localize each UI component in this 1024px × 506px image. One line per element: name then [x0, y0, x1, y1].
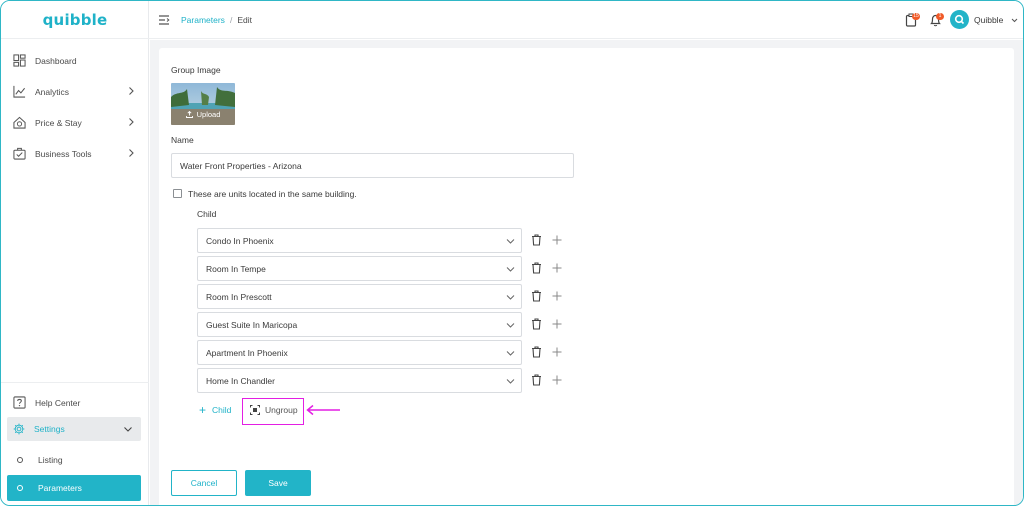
save-button[interactable]: Save	[245, 470, 311, 496]
chevron-down-icon	[506, 323, 515, 328]
child-select-value: Guest Suite In Maricopa	[206, 319, 298, 330]
breadcrumb-current: Edit	[237, 15, 252, 25]
child-select-value: Apartment In Phoenix	[206, 347, 288, 358]
ungroup-label: Ungroup	[265, 405, 298, 415]
app-window: quibble Dashboard Analytics Price & Stay…	[0, 0, 1024, 506]
trash-icon[interactable]	[531, 346, 542, 358]
caret-down-icon[interactable]	[1011, 17, 1018, 23]
breadcrumb: Parameters / Edit	[181, 15, 252, 25]
notification-badge: 1	[936, 13, 944, 20]
child-select-value: Home In Chandler	[206, 375, 275, 386]
notification-badge: 15	[912, 13, 920, 20]
name-input-value: Water Front Properties - Arizona	[180, 160, 302, 171]
group-image-upload[interactable]: Upload	[171, 83, 235, 125]
user-name[interactable]: Quibble	[974, 15, 1003, 25]
same-building-checkbox[interactable]	[173, 189, 182, 198]
sidebar-subitem-listing[interactable]: Listing	[7, 447, 141, 473]
upload-label: Upload	[196, 110, 221, 119]
upload-overlay[interactable]: Upload	[171, 110, 235, 119]
cancel-button[interactable]: Cancel	[171, 470, 237, 496]
plus-icon[interactable]	[552, 375, 562, 385]
trash-icon[interactable]	[531, 290, 542, 302]
help-icon	[13, 396, 26, 409]
chevron-down-icon	[124, 427, 132, 432]
child-select-value: Room In Prescott	[206, 291, 272, 302]
child-select[interactable]: Condo In Phoenix	[197, 228, 522, 253]
child-select[interactable]: Apartment In Phoenix	[197, 340, 522, 365]
chevron-down-icon	[506, 239, 515, 244]
chevron-down-icon	[506, 351, 515, 356]
sidebar-item-settings[interactable]: Settings	[7, 417, 141, 441]
sidebar-subitem-parameters[interactable]: Parameters	[7, 475, 141, 501]
group-image-label: Group Image	[171, 65, 221, 75]
upload-icon	[185, 111, 193, 118]
trash-icon[interactable]	[531, 262, 542, 274]
chevron-down-icon	[506, 267, 515, 272]
quibble-avatar-icon	[954, 14, 965, 25]
sidebar-item-label: Price & Stay	[35, 117, 82, 128]
logo-text: quibble	[42, 10, 108, 29]
sidebar-subitem-label: Listing	[38, 455, 63, 465]
trash-icon[interactable]	[531, 374, 542, 386]
child-label: Child	[197, 209, 217, 219]
sidebar-divider	[1, 382, 149, 383]
chevron-right-icon	[129, 149, 134, 157]
child-select[interactable]: Guest Suite In Maricopa	[197, 312, 522, 337]
sidebar: quibble Dashboard Analytics Price & Stay…	[1, 1, 149, 505]
child-select[interactable]: Room In Tempe	[197, 256, 522, 281]
ungroup-button[interactable]: Ungroup	[250, 405, 298, 415]
child-select[interactable]: Home In Chandler	[197, 368, 522, 393]
trash-icon[interactable]	[531, 234, 542, 246]
price-stay-icon	[13, 116, 26, 129]
same-building-label: These are units located in the same buil…	[188, 189, 357, 199]
business-tools-icon	[13, 147, 26, 160]
plus-icon[interactable]	[552, 347, 562, 357]
sidebar-item-label: Analytics	[35, 86, 70, 97]
cancel-button-label: Cancel	[190, 478, 218, 488]
child-select[interactable]: Room In Prescott	[197, 284, 522, 309]
annotation-arrow-icon	[306, 404, 340, 416]
chevron-right-icon	[129, 87, 134, 95]
sidebar-subitem-label: Parameters	[38, 483, 82, 493]
bullet-icon	[17, 457, 23, 463]
sidebar-item-business-tools[interactable]: Business Tools	[1, 138, 149, 169]
bullet-icon	[17, 485, 23, 491]
sidebar-item-label: Dashboard	[35, 55, 77, 66]
top-bar: Parameters / Edit 15 1 Quibble	[149, 1, 1023, 39]
name-input[interactable]: Water Front Properties - Arizona	[171, 153, 574, 178]
sidebar-item-label: Settings	[34, 424, 65, 434]
sidebar-item-label: Business Tools	[35, 148, 92, 159]
dashboard-icon	[13, 54, 26, 67]
child-select-value: Condo In Phoenix	[206, 235, 274, 246]
name-label: Name	[171, 135, 194, 145]
add-child-label: Child	[212, 405, 232, 415]
logo[interactable]: quibble	[1, 1, 149, 39]
sidebar-item-label: Help Center	[35, 397, 81, 408]
plus-icon[interactable]	[552, 263, 562, 273]
chevron-down-icon	[506, 295, 515, 300]
trash-icon[interactable]	[531, 318, 542, 330]
ungroup-icon	[250, 405, 260, 415]
plus-icon: +	[199, 403, 207, 417]
plus-icon[interactable]	[552, 291, 562, 301]
child-select-value: Room In Tempe	[206, 263, 266, 274]
breadcrumb-parent[interactable]: Parameters	[181, 15, 225, 25]
plus-icon[interactable]	[552, 235, 562, 245]
save-button-label: Save	[268, 478, 288, 488]
analytics-icon	[13, 85, 26, 98]
gear-icon	[13, 423, 25, 435]
avatar[interactable]	[950, 10, 969, 29]
sidebar-item-price-stay[interactable]: Price & Stay	[1, 107, 149, 138]
breadcrumb-separator: /	[229, 15, 233, 25]
chevron-down-icon	[506, 379, 515, 384]
sidebar-item-help-center[interactable]: Help Center	[1, 387, 149, 418]
sidebar-item-dashboard[interactable]: Dashboard	[1, 45, 149, 76]
sidebar-item-analytics[interactable]: Analytics	[1, 76, 149, 107]
menu-collapse-icon[interactable]	[158, 14, 170, 26]
add-child-button[interactable]: + Child	[199, 403, 232, 417]
plus-icon[interactable]	[552, 319, 562, 329]
chevron-right-icon	[129, 118, 134, 126]
